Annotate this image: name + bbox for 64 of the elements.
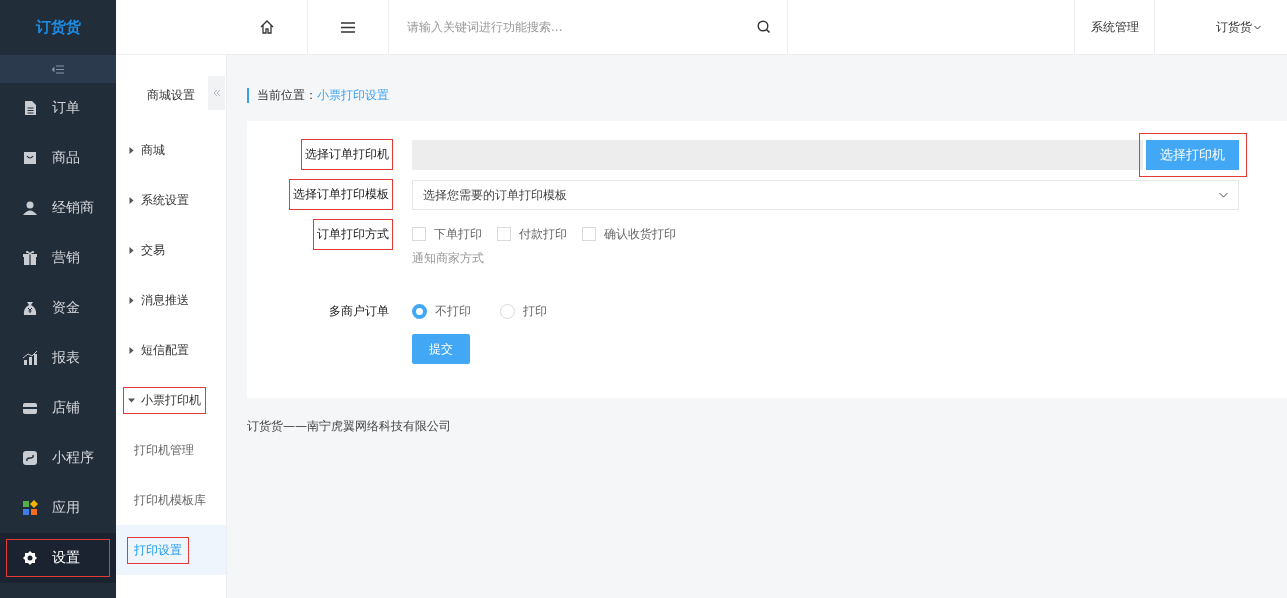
nav-item[interactable]: 应用 <box>0 483 116 533</box>
checkbox[interactable] <box>582 227 596 241</box>
checkbox-label[interactable]: 确认收货打印 <box>604 225 676 243</box>
form-label: 订单打印方式 <box>314 220 392 249</box>
radio-button[interactable] <box>500 303 515 319</box>
chevron-down-icon <box>1219 192 1228 198</box>
system-menu[interactable]: 系统管理 <box>1090 18 1139 36</box>
user-menu[interactable]: 订货货 <box>1216 18 1252 36</box>
nav-item[interactable]: 报表 <box>0 333 116 383</box>
chevron-down-icon[interactable] <box>1254 24 1261 30</box>
form-label: 选择订单打印机 <box>302 140 392 169</box>
nav-icon <box>22 300 38 316</box>
submenu-subitem[interactable]: 打印机模板库 <box>116 475 226 525</box>
nav-item[interactable]: 资金 <box>0 283 116 333</box>
radio-button[interactable] <box>412 303 427 319</box>
nav-icon <box>22 200 38 216</box>
caret-icon <box>128 146 135 154</box>
caret-icon <box>128 296 135 304</box>
submenu-item[interactable]: 短信配置 <box>124 337 193 363</box>
caret-icon <box>128 346 135 354</box>
nav-item[interactable]: 小程序 <box>0 433 116 483</box>
form-label: 多商户订单 <box>328 303 390 320</box>
nav-icon <box>22 250 38 266</box>
nav-item[interactable]: 店铺 <box>0 383 116 433</box>
checkbox-label[interactable]: 下单打印 <box>434 225 482 243</box>
submenu-title: 商城设置 <box>147 86 195 104</box>
footer-text: 订货货——南宁虎翼网络科技有限公司 <box>247 418 452 435</box>
radio-label[interactable]: 不打印 <box>435 302 471 320</box>
checkbox[interactable] <box>497 227 511 241</box>
form-label: 选择订单打印模板 <box>290 180 392 209</box>
template-select[interactable]: 选择您需要的订单打印模板 <box>412 180 1239 210</box>
nav-icon <box>22 500 38 516</box>
caret-icon <box>128 396 135 404</box>
nav-item[interactable]: 商品 <box>0 133 116 183</box>
caret-icon <box>128 246 135 254</box>
breadcrumb-label: 当前位置： <box>257 88 317 103</box>
checkbox[interactable] <box>412 227 426 241</box>
nav-icon <box>22 450 38 466</box>
nav-item[interactable]: 经销商 <box>0 183 116 233</box>
nav-item[interactable]: 营销 <box>0 233 116 283</box>
home-icon[interactable] <box>260 20 274 34</box>
checkbox-label[interactable]: 付款打印 <box>519 225 567 243</box>
submenu-item[interactable]: 交易 <box>124 237 169 263</box>
submenu-item[interactable]: 小票打印机 <box>124 387 205 413</box>
search-icon[interactable] <box>757 20 771 34</box>
submenu-item[interactable]: 系统设置 <box>124 187 193 213</box>
nav-icon <box>22 350 38 366</box>
submenu-subitem[interactable]: 打印机管理 <box>116 425 226 475</box>
double-chevron-icon <box>212 89 221 97</box>
nav-icon <box>22 100 38 116</box>
nav-item[interactable]: 订单 <box>0 83 116 133</box>
nav-icon <box>22 150 38 166</box>
printer-field[interactable] <box>412 140 1143 170</box>
nav-item[interactable]: 设置 <box>0 533 116 583</box>
submenu-item[interactable]: 商城 <box>124 137 169 163</box>
caret-icon <box>128 196 135 204</box>
collapse-icon[interactable] <box>52 64 64 74</box>
submenu-item[interactable]: 消息推送 <box>124 287 193 313</box>
nav-icon <box>22 400 38 416</box>
radio-label[interactable]: 打印 <box>523 302 547 320</box>
logo: 订货货 <box>35 18 81 37</box>
hint-text: 通知商家方式 <box>412 250 485 267</box>
menu-icon[interactable] <box>341 21 355 33</box>
nav-icon <box>22 550 38 566</box>
